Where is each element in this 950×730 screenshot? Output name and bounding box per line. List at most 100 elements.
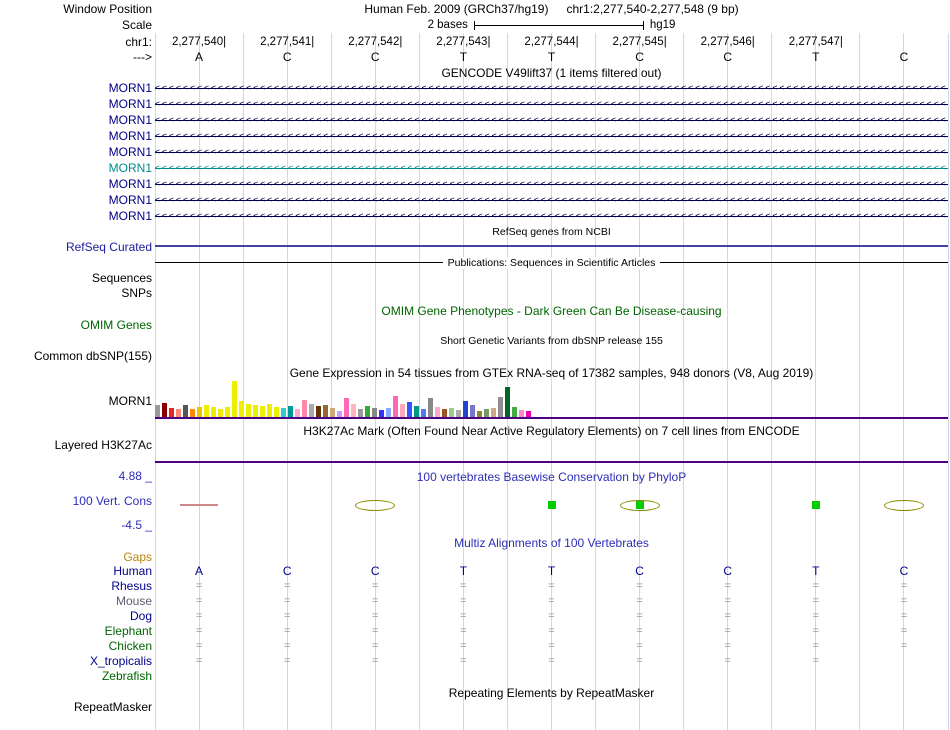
- omim-track-label[interactable]: OMIM Genes: [81, 318, 152, 332]
- gtex-expression-bar[interactable]: [372, 408, 377, 417]
- phylop-mark-box[interactable]: [635, 501, 644, 509]
- gene-label-morn1[interactable]: MORN1: [109, 209, 152, 223]
- phylop-mark-box[interactable]: [811, 501, 820, 509]
- gtex-expression-bar[interactable]: [225, 407, 230, 417]
- phylop-mark-ellipse[interactable]: [883, 500, 924, 511]
- gtex-expression-bar[interactable]: [505, 387, 510, 417]
- gtex-expression-bar[interactable]: [162, 403, 167, 417]
- gtex-expression-bar[interactable]: [190, 409, 195, 417]
- gtex-expression-bar[interactable]: [260, 406, 265, 417]
- gtex-expression-bar[interactable]: [386, 408, 391, 417]
- gtex-expression-bar[interactable]: [484, 409, 489, 417]
- gtex-gene-label[interactable]: MORN1: [109, 394, 152, 408]
- gene-transcript-row[interactable]: <<<<<<<<<<<<<<<<<<<<<<<<<<<<<<<<<<<<<<<<…: [155, 96, 948, 112]
- gtex-expression-bar[interactable]: [351, 404, 356, 417]
- species-row-label[interactable]: Rhesus: [111, 579, 152, 593]
- gtex-expression-bar[interactable]: [526, 411, 531, 417]
- gene-label-morn1[interactable]: MORN1: [109, 161, 152, 175]
- gtex-expression-bar[interactable]: [442, 409, 447, 417]
- gtex-expression-bar[interactable]: [470, 405, 475, 417]
- gene-transcript-row[interactable]: <<<<<<<<<<<<<<<<<<<<<<<<<<<<<<<<<<<<<<<<…: [155, 176, 948, 192]
- gtex-expression-bar[interactable]: [358, 409, 363, 417]
- gtex-expression-bar[interactable]: [477, 411, 482, 417]
- gtex-expression-bar[interactable]: [449, 408, 454, 417]
- species-row-label[interactable]: X_tropicalis: [90, 654, 152, 668]
- gtex-expression-bar[interactable]: [421, 409, 426, 417]
- gtex-expression-bar[interactable]: [400, 404, 405, 417]
- gene-label-morn1[interactable]: MORN1: [109, 193, 152, 207]
- gtex-expression-bar[interactable]: [316, 406, 321, 417]
- alignment-mark: =: [812, 610, 820, 622]
- gtex-expression-bar[interactable]: [246, 404, 251, 417]
- species-row-label[interactable]: Mouse: [116, 594, 152, 608]
- gtex-expression-bar[interactable]: [519, 410, 524, 417]
- gene-label-morn1[interactable]: MORN1: [109, 145, 152, 159]
- gtex-expression-bar[interactable]: [330, 408, 335, 417]
- gene-transcript-row[interactable]: <<<<<<<<<<<<<<<<<<<<<<<<<<<<<<<<<<<<<<<<…: [155, 80, 948, 96]
- gtex-expression-bar[interactable]: [288, 406, 293, 417]
- gtex-expression-bar[interactable]: [274, 407, 279, 417]
- gtex-expression-bar[interactable]: [218, 409, 223, 417]
- gtex-expression-bar[interactable]: [365, 406, 370, 417]
- gene-label-morn1[interactable]: MORN1: [109, 129, 152, 143]
- multiz-human-base: C: [370, 564, 380, 578]
- phylop-mark-box[interactable]: [547, 501, 556, 509]
- gtex-expression-bar[interactable]: [498, 397, 503, 417]
- phylop-mark-line[interactable]: [180, 504, 219, 506]
- gtex-expression-bar[interactable]: [428, 398, 433, 417]
- gtex-expression-bar[interactable]: [239, 401, 244, 417]
- sequences-track-label[interactable]: Sequences: [92, 271, 152, 285]
- gtex-expression-bar[interactable]: [295, 409, 300, 417]
- phylop-track-label[interactable]: 100 Vert. Cons: [73, 494, 152, 508]
- gtex-expression-bar[interactable]: [393, 396, 398, 417]
- gene-transcript-row[interactable]: <<<<<<<<<<<<<<<<<<<<<<<<<<<<<<<<<<<<<<<<…: [155, 208, 948, 224]
- gtex-expression-bar[interactable]: [281, 408, 286, 417]
- snps-track-label[interactable]: SNPs: [121, 286, 152, 300]
- repeatmasker-track-label[interactable]: RepeatMasker: [74, 700, 152, 714]
- dbsnp-track-label[interactable]: Common dbSNP(155): [34, 349, 152, 363]
- gtex-expression-bar[interactable]: [183, 405, 188, 417]
- gene-label-morn1[interactable]: MORN1: [109, 97, 152, 111]
- gtex-expression-bar[interactable]: [435, 407, 440, 417]
- human-row-label[interactable]: Human: [113, 564, 152, 578]
- gtex-expression-bar[interactable]: [176, 409, 181, 417]
- gene-label-morn1[interactable]: MORN1: [109, 81, 152, 95]
- gene-transcript-row[interactable]: <<<<<<<<<<<<<<<<<<<<<<<<<<<<<<<<<<<<<<<<…: [155, 144, 948, 160]
- gtex-expression-bar[interactable]: [169, 408, 174, 417]
- species-row-label[interactable]: Elephant: [105, 624, 152, 638]
- gtex-expression-bar[interactable]: [512, 407, 517, 417]
- species-row-label[interactable]: Zebrafish: [102, 669, 152, 683]
- gene-label-morn1[interactable]: MORN1: [109, 177, 152, 191]
- gtex-expression-bar[interactable]: [414, 406, 419, 417]
- gene-transcript-row[interactable]: <<<<<<<<<<<<<<<<<<<<<<<<<<<<<<<<<<<<<<<<…: [155, 160, 948, 176]
- species-row-label[interactable]: Dog: [130, 609, 152, 623]
- gtex-expression-bar[interactable]: [407, 402, 412, 417]
- gtex-expression-bar[interactable]: [211, 407, 216, 417]
- refseq-track-label[interactable]: RefSeq Curated: [66, 240, 152, 254]
- gtex-expression-bar[interactable]: [309, 404, 314, 417]
- gtex-expression-bar[interactable]: [344, 398, 349, 417]
- gtex-expression-bar[interactable]: [232, 381, 237, 417]
- species-row-label[interactable]: Chicken: [109, 639, 152, 653]
- gtex-expression-bar[interactable]: [204, 405, 209, 417]
- gtex-expression-bar[interactable]: [491, 408, 496, 417]
- gtex-expression-bar[interactable]: [253, 405, 258, 417]
- gtex-expression-bar[interactable]: [379, 410, 384, 417]
- phylop-mark-ellipse[interactable]: [355, 500, 396, 511]
- gtex-expression-bar[interactable]: [302, 400, 307, 417]
- gene-transcript-row[interactable]: <<<<<<<<<<<<<<<<<<<<<<<<<<<<<<<<<<<<<<<<…: [155, 192, 948, 208]
- gtex-expression-bar[interactable]: [197, 407, 202, 417]
- gaps-row-label[interactable]: Gaps: [123, 550, 152, 564]
- gene-label-morn1[interactable]: MORN1: [109, 113, 152, 127]
- gtex-expression-bar[interactable]: [267, 404, 272, 417]
- gtex-expression-bar[interactable]: [337, 411, 342, 417]
- gtex-expression-bar[interactable]: [155, 405, 160, 417]
- gene-transcript-row[interactable]: <<<<<<<<<<<<<<<<<<<<<<<<<<<<<<<<<<<<<<<<…: [155, 112, 948, 128]
- gtex-expression-bar[interactable]: [463, 401, 468, 417]
- h3k27ac-track-label[interactable]: Layered H3K27Ac: [55, 438, 152, 452]
- alignment-mark: =: [636, 580, 643, 592]
- gene-transcript-row[interactable]: <<<<<<<<<<<<<<<<<<<<<<<<<<<<<<<<<<<<<<<<…: [155, 128, 948, 144]
- gtex-expression-bar[interactable]: [456, 410, 461, 417]
- refseq-item-line[interactable]: [155, 245, 948, 247]
- gtex-expression-bar[interactable]: [323, 405, 328, 417]
